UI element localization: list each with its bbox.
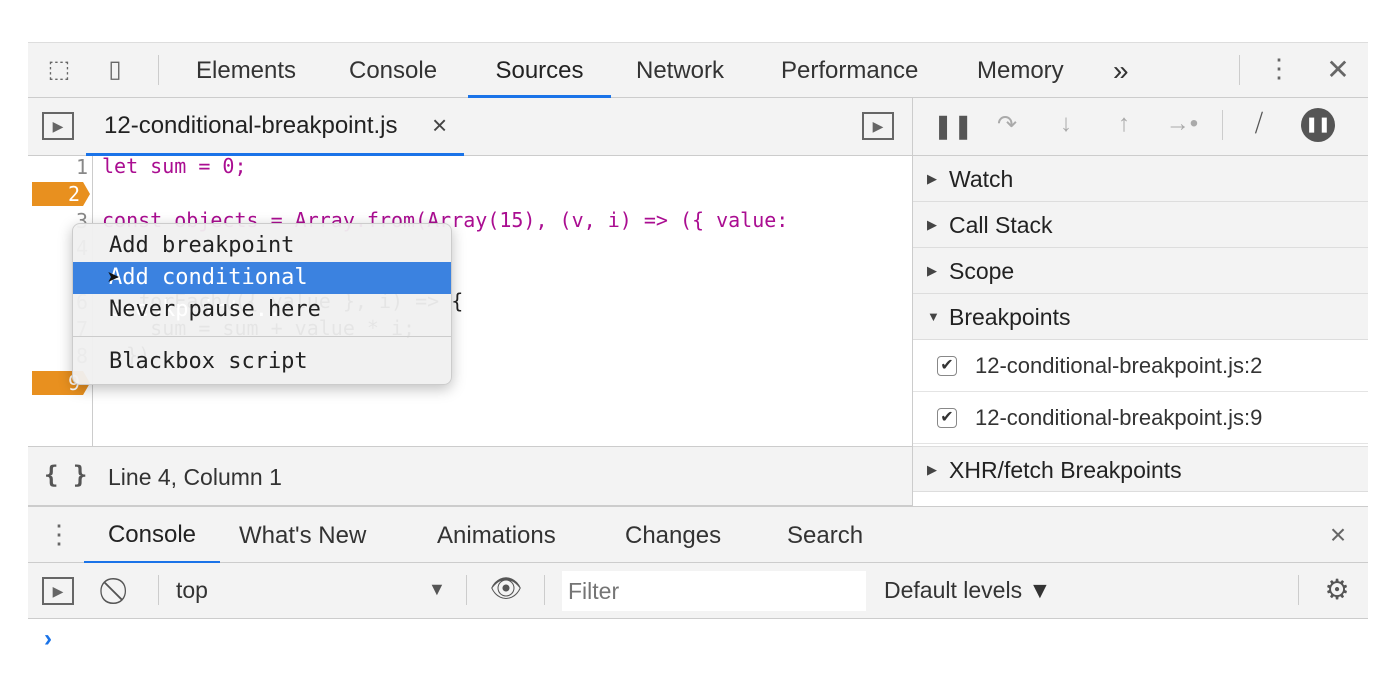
context-menu: Add breakpoint Add conditional breakpoin… bbox=[72, 223, 452, 385]
breakpoint-checkbox[interactable]: ✔ bbox=[937, 408, 957, 428]
pretty-print-icon[interactable]: { } bbox=[44, 461, 87, 489]
editor-status-bar: { } Line 4, Column 1 bbox=[28, 446, 912, 506]
toggle-sidebar-icon[interactable]: ▶ bbox=[42, 577, 74, 605]
cursor-position: Line 4, Column 1 bbox=[108, 464, 282, 490]
tab-performance[interactable]: Performance bbox=[781, 43, 918, 98]
clear-console-icon[interactable]: ⃠ bbox=[104, 575, 134, 607]
file-tab[interactable]: 12-conditional-breakpoint.js × bbox=[86, 98, 464, 156]
menu-item-add-conditional-breakpoint[interactable]: Add conditional breakpoint... bbox=[73, 262, 451, 322]
console-prompt-icon[interactable]: › bbox=[44, 625, 52, 653]
main-toolbar: ⬚ ▯ Elements Console Sources Network Per… bbox=[28, 43, 1368, 98]
step-into-icon[interactable]: ↓ bbox=[1051, 110, 1081, 138]
section-label: Watch bbox=[949, 166, 1014, 192]
section-watch[interactable]: ▶ Watch bbox=[913, 156, 1368, 202]
breakpoint-marker[interactable]: 2 bbox=[32, 182, 90, 206]
pause-icon[interactable]: ❚❚ bbox=[933, 112, 973, 141]
code-line: let sum = 0; bbox=[102, 156, 247, 178]
drawer-tab-whats-new[interactable]: What's New bbox=[239, 507, 366, 562]
context-dropdown-icon[interactable]: ▼ bbox=[428, 579, 446, 600]
drawer-tab-search[interactable]: Search bbox=[787, 507, 863, 562]
section-scope[interactable]: ▶ Scope bbox=[913, 248, 1368, 294]
breakpoint-label: 12-conditional-breakpoint.js:2 bbox=[975, 353, 1263, 378]
tab-network[interactable]: Network bbox=[636, 43, 724, 98]
step-out-icon[interactable]: ↑ bbox=[1109, 110, 1139, 138]
debugger-toolbar: ❚❚ ↷ ↓ ↑ →• ⧸ ❚❚ bbox=[913, 98, 1368, 156]
section-label: Breakpoints bbox=[949, 304, 1071, 330]
breakpoint-item[interactable]: ✔ 12-conditional-breakpoint.js:9 bbox=[913, 392, 1368, 444]
context-selector[interactable]: top bbox=[176, 577, 208, 604]
device-toggle-icon[interactable]: ▯ bbox=[100, 55, 130, 84]
log-levels-dropdown[interactable]: Default levels ▼ bbox=[884, 577, 1051, 604]
breakpoint-label: 12-conditional-breakpoint.js:9 bbox=[975, 405, 1263, 430]
close-devtools-icon[interactable]: ✕ bbox=[1323, 53, 1353, 86]
drawer-tabbar: ⋮ Console What's New Animations Changes … bbox=[28, 506, 1368, 564]
code-editor[interactable]: 1 let sum = 0; 2 3 const objects = Array.fro… bbox=[28, 156, 912, 446]
drawer-tab-console[interactable]: Console bbox=[84, 507, 220, 564]
tab-elements[interactable]: Elements bbox=[196, 43, 296, 98]
breakpoint-item[interactable]: ✔ 12-conditional-breakpoint.js:2 bbox=[913, 340, 1368, 392]
editor-tabbar: ▶ 12-conditional-breakpoint.js × ▶ bbox=[28, 98, 912, 156]
section-breakpoints[interactable]: ▼ Breakpoints bbox=[913, 294, 1368, 340]
debugger-sidebar: ❚❚ ↷ ↓ ↑ →• ⧸ ❚❚ ▶ Watch ▶ Call Stack ▶ Sco… bbox=[912, 98, 1368, 506]
more-tabs-button[interactable]: » bbox=[1113, 43, 1129, 98]
eye-icon[interactable]: 👁 bbox=[488, 573, 524, 604]
mouse-cursor-icon: ➤ bbox=[107, 266, 121, 291]
toggle-debugger-icon[interactable]: ▶ bbox=[862, 112, 894, 140]
toggle-navigator-icon[interactable]: ▶ bbox=[42, 112, 74, 140]
drawer-tab-animations[interactable]: Animations bbox=[437, 507, 556, 562]
section-label: Call Stack bbox=[949, 212, 1053, 238]
drawer-tab-changes[interactable]: Changes bbox=[625, 507, 721, 562]
kebab-menu-icon[interactable]: ⋮ bbox=[1266, 53, 1292, 84]
filter-input[interactable] bbox=[562, 571, 866, 611]
close-file-icon[interactable]: × bbox=[432, 110, 447, 141]
menu-item-never-pause-here[interactable]: Never pause here bbox=[73, 294, 451, 326]
inspect-element-icon[interactable]: ⬚ bbox=[44, 55, 74, 84]
section-xhr-breakpoints[interactable]: ▶ XHR/fetch Breakpoints bbox=[913, 446, 1368, 492]
menu-item-add-breakpoint[interactable]: Add breakpoint bbox=[73, 230, 451, 262]
deactivate-breakpoints-icon[interactable]: ⧸ bbox=[1239, 110, 1279, 138]
devtools: ⬚ ▯ Elements Console Sources Network Per… bbox=[28, 42, 1368, 688]
line-number[interactable]: 1 bbox=[28, 156, 88, 179]
menu-item-blackbox-script[interactable]: Blackbox script bbox=[73, 346, 451, 378]
console-toolbar: ▶ ⃠ top ▼ 👁 Default levels ▼ ⚙ bbox=[28, 563, 1368, 619]
tab-sources[interactable]: Sources bbox=[468, 43, 611, 98]
close-drawer-icon[interactable]: × bbox=[1323, 519, 1353, 551]
step-icon[interactable]: →• bbox=[1165, 110, 1199, 138]
section-label: Scope bbox=[949, 258, 1015, 284]
drawer-menu-icon[interactable]: ⋮ bbox=[46, 519, 72, 550]
pause-on-exceptions-icon[interactable]: ❚❚ bbox=[1301, 108, 1335, 142]
tab-console[interactable]: Console bbox=[349, 43, 437, 98]
file-tab-label: 12-conditional-breakpoint.js bbox=[104, 112, 398, 139]
section-call-stack[interactable]: ▶ Call Stack bbox=[913, 202, 1368, 248]
section-label: XHR/fetch Breakpoints bbox=[949, 457, 1182, 483]
breakpoint-checkbox[interactable]: ✔ bbox=[937, 356, 957, 376]
step-over-icon[interactable]: ↷ bbox=[989, 110, 1025, 139]
tab-memory[interactable]: Memory bbox=[977, 43, 1064, 98]
settings-gear-icon[interactable]: ⚙ bbox=[1320, 573, 1354, 606]
